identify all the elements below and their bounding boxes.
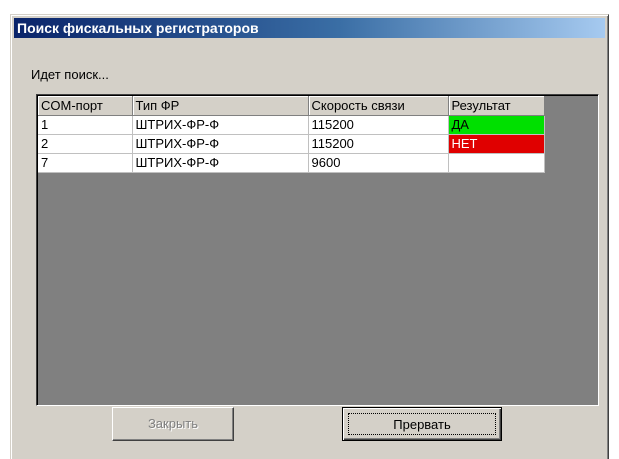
abort-button-label: Прервать: [348, 413, 496, 435]
results-table: COM-порт Тип ФР Скорость связи Результат…: [38, 96, 545, 173]
cell-baud-rate: 115200: [308, 134, 449, 154]
cell-result: ДА: [448, 115, 545, 135]
cell-result: [448, 153, 545, 173]
table-row[interactable]: 1 ШТРИХ-ФР-Ф 115200 ДА: [38, 115, 545, 135]
cell-com-port: 1: [38, 115, 133, 135]
column-header-baud-rate[interactable]: Скорость связи: [308, 96, 449, 116]
table-header-row: COM-порт Тип ФР Скорость связи Результат: [38, 96, 545, 116]
close-button[interactable]: Закрыть: [112, 407, 234, 441]
cell-result: НЕТ: [448, 134, 545, 154]
column-header-device-type[interactable]: Тип ФР: [132, 96, 309, 116]
cell-baud-rate: 9600: [308, 153, 449, 173]
dialog-title: Поиск фискальных регистраторов: [14, 18, 605, 38]
cell-device-type: ШТРИХ-ФР-Ф: [132, 115, 309, 135]
status-text: Идет поиск...: [31, 67, 109, 82]
cell-com-port: 2: [38, 134, 133, 154]
cell-baud-rate: 115200: [308, 115, 449, 135]
abort-button[interactable]: Прервать: [342, 407, 502, 441]
column-header-result[interactable]: Результат: [448, 96, 545, 116]
cell-device-type: ШТРИХ-ФР-Ф: [132, 153, 309, 173]
search-dialog: Поиск фискальных регистраторов Идет поис…: [10, 14, 609, 459]
table-row[interactable]: 2 ШТРИХ-ФР-Ф 115200 НЕТ: [38, 134, 545, 154]
results-grid[interactable]: COM-порт Тип ФР Скорость связи Результат…: [36, 94, 599, 406]
column-header-com-port[interactable]: COM-порт: [38, 96, 133, 116]
table-row[interactable]: 7 ШТРИХ-ФР-Ф 9600: [38, 153, 545, 173]
cell-com-port: 7: [38, 153, 133, 173]
cell-device-type: ШТРИХ-ФР-Ф: [132, 134, 309, 154]
